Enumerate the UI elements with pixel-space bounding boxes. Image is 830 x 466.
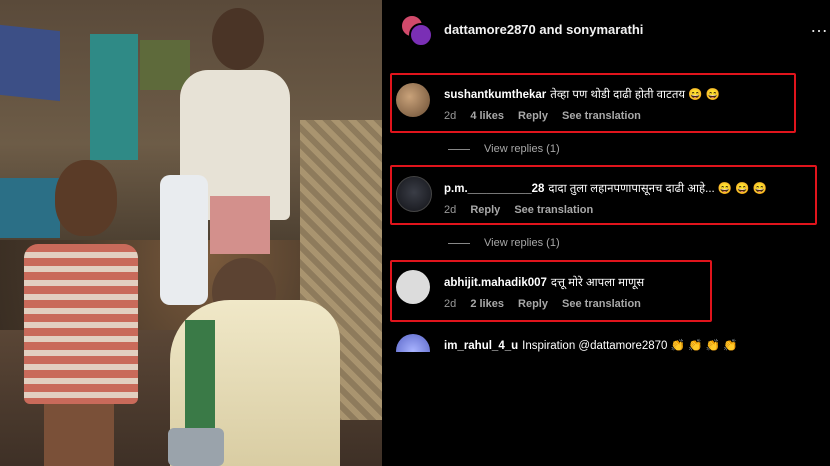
highlight-box <box>390 73 796 133</box>
divider <box>448 148 470 150</box>
post-author-title[interactable]: dattamore2870 and sonymarathi <box>444 22 643 37</box>
comment-line: im_rahul_4_u Inspiration @dattamore2870 👏… <box>444 338 738 352</box>
photo-saree-border <box>185 320 215 440</box>
photo-boy <box>24 244 138 404</box>
post-header: dattamore2870 and sonymarathi … <box>382 0 830 56</box>
avatar-stack[interactable] <box>400 14 433 47</box>
photo-hanging-cloth <box>90 34 138 160</box>
view-replies-button[interactable]: View replies (1) <box>448 143 560 155</box>
avatar <box>409 23 433 47</box>
post-photo <box>0 0 382 466</box>
view-replies-label: View replies (1) <box>484 237 560 249</box>
photo-hanging-cloth <box>0 24 60 102</box>
photo-man-cloth <box>210 196 270 254</box>
more-options-icon[interactable]: … <box>810 16 829 37</box>
highlight-box <box>390 260 712 322</box>
view-replies-button[interactable]: View replies (1) <box>448 237 560 249</box>
panel-bottom-fade <box>382 352 830 466</box>
divider <box>448 242 470 244</box>
comments-panel: dattamore2870 and sonymarathi … sushantk… <box>382 0 830 466</box>
photo-boy-legs <box>44 404 114 466</box>
photo-pot <box>168 428 224 466</box>
photo-trunk <box>0 178 60 238</box>
comment-username[interactable]: im_rahul_4_u <box>444 340 518 352</box>
comment-text: Inspiration @dattamore2870 👏 👏 👏 👏 <box>522 340 738 352</box>
view-replies-label: View replies (1) <box>484 143 560 155</box>
photo-white-cloth <box>160 175 208 305</box>
photo-boy-head <box>55 160 117 236</box>
photo-man-head <box>212 8 264 70</box>
photo-hanging-cloth <box>140 40 190 90</box>
highlight-box <box>390 165 817 225</box>
